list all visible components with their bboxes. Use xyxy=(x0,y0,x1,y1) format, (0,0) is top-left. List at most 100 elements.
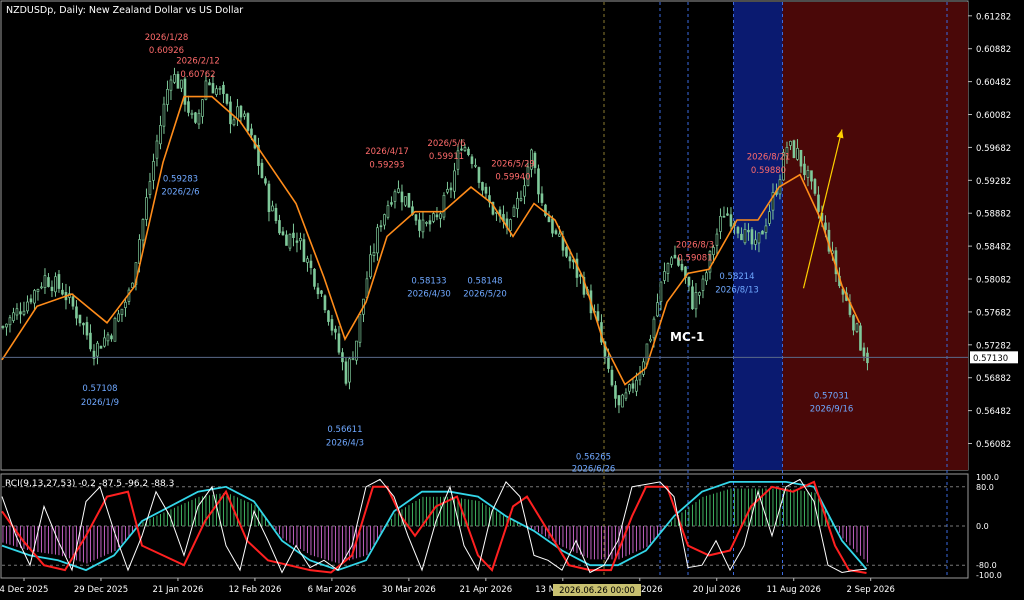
rci-level-label: 80.0 xyxy=(976,483,994,492)
candle-body xyxy=(407,192,411,208)
candle-body xyxy=(78,314,82,324)
candle-body xyxy=(628,384,631,392)
candle-body xyxy=(372,251,376,256)
candle-body xyxy=(162,103,166,127)
candle-body xyxy=(306,258,309,263)
candle-body xyxy=(768,211,771,224)
candle-body xyxy=(131,282,134,288)
candle-body xyxy=(288,233,292,249)
candle-body xyxy=(302,239,306,262)
candle-body xyxy=(607,356,610,369)
candle-body xyxy=(400,191,404,203)
candle-body xyxy=(334,328,337,333)
candle-body xyxy=(635,379,638,392)
candle-body xyxy=(687,276,691,286)
low-annotation-price: 0.56611 xyxy=(327,425,362,435)
candle-body xyxy=(43,275,47,288)
candle-body xyxy=(470,156,474,164)
candle-body xyxy=(232,119,236,126)
candle-body xyxy=(29,298,33,303)
candle-body xyxy=(110,335,113,340)
candle-body xyxy=(421,219,425,233)
low-annotation-date: 2026/4/30 xyxy=(407,289,451,299)
time-tick-label: 20 Jul 2026 xyxy=(693,585,741,595)
candle-body xyxy=(169,79,173,91)
candle-body xyxy=(180,79,183,89)
candle-body xyxy=(12,312,15,321)
candle-body xyxy=(481,182,484,191)
candle-body xyxy=(859,325,862,351)
candle-body xyxy=(397,188,400,193)
price-tick-label: 0.58882 xyxy=(976,210,1011,220)
candle-body xyxy=(764,225,768,233)
candle-body xyxy=(19,311,22,315)
candle-body xyxy=(757,232,761,244)
candle-body xyxy=(222,84,225,95)
candle-body xyxy=(649,338,652,342)
candle-body xyxy=(54,276,57,293)
candle-body xyxy=(246,113,250,131)
high-annotation-date: 2026/2/12 xyxy=(176,57,220,67)
candle-body xyxy=(390,202,393,205)
high-annotation-date: 2026/8/21 xyxy=(747,153,791,163)
candle-body xyxy=(631,383,635,389)
candle-body xyxy=(124,301,127,308)
candle-body xyxy=(71,296,75,307)
candle-body xyxy=(299,237,302,242)
candle-body xyxy=(383,214,386,226)
price-tick-label: 0.58482 xyxy=(976,243,1011,253)
candle-body xyxy=(726,213,729,216)
candle-body xyxy=(750,229,754,245)
candle-body xyxy=(425,222,428,224)
price-tick-label: 0.57682 xyxy=(976,308,1011,318)
candle-body xyxy=(187,101,190,113)
candle-body xyxy=(754,239,757,245)
price-tick-label: 0.60082 xyxy=(976,111,1011,121)
candle-body xyxy=(173,74,176,83)
candle-body xyxy=(799,149,803,167)
candle-body xyxy=(117,313,120,322)
candle-body xyxy=(866,352,869,364)
high-annotation-price: 0.59880 xyxy=(751,166,786,176)
time-tick-label: 6 Mar 2026 xyxy=(308,585,356,595)
price-chart[interactable]: 2026/1/28 0.609262026/2/12 0.60762 2026/4/1… xyxy=(0,0,1024,600)
time-tick-label: 2 Sep 2026 xyxy=(846,585,894,595)
low-annotation-date: 2026/9/16 xyxy=(810,405,854,415)
candle-body xyxy=(1,326,5,328)
candle-body xyxy=(614,385,617,399)
candle-body xyxy=(295,240,299,243)
candle-body xyxy=(796,148,799,160)
price-tick-label: 0.59682 xyxy=(976,144,1011,154)
candle-body xyxy=(120,308,124,315)
candle-body xyxy=(523,185,526,197)
candle-body xyxy=(551,218,554,234)
candle-body xyxy=(435,214,439,218)
candle-body xyxy=(404,196,407,206)
candle-body xyxy=(40,286,43,289)
candle-body xyxy=(337,333,341,353)
candle-body xyxy=(659,281,663,302)
candle-body xyxy=(453,170,456,192)
candle-body xyxy=(250,128,253,136)
candle-body xyxy=(113,317,117,342)
candle-body xyxy=(642,361,645,375)
candle-body xyxy=(99,345,103,349)
candle-body xyxy=(740,233,743,241)
low-annotation-price: 0.58148 xyxy=(467,276,502,286)
candle-body xyxy=(656,302,659,317)
candle-body xyxy=(565,247,568,257)
price-tick-label: 0.59282 xyxy=(976,177,1011,187)
candle-body xyxy=(47,277,50,287)
price-tick-label: 0.60882 xyxy=(976,45,1011,55)
candle-body xyxy=(61,289,64,295)
low-annotation-date: 2026/2/6 xyxy=(161,187,199,197)
candle-body xyxy=(673,254,677,259)
candle-body xyxy=(596,311,600,321)
candle-body xyxy=(691,286,694,310)
candle-body xyxy=(792,140,796,159)
candle-body xyxy=(106,334,110,342)
candle-body xyxy=(33,290,36,304)
rci-label: RCI(9,13,27,53) -0.2 -87.5 -96.2 -88.3 xyxy=(5,479,174,489)
candle-body xyxy=(369,254,372,278)
candle-body xyxy=(663,271,666,281)
